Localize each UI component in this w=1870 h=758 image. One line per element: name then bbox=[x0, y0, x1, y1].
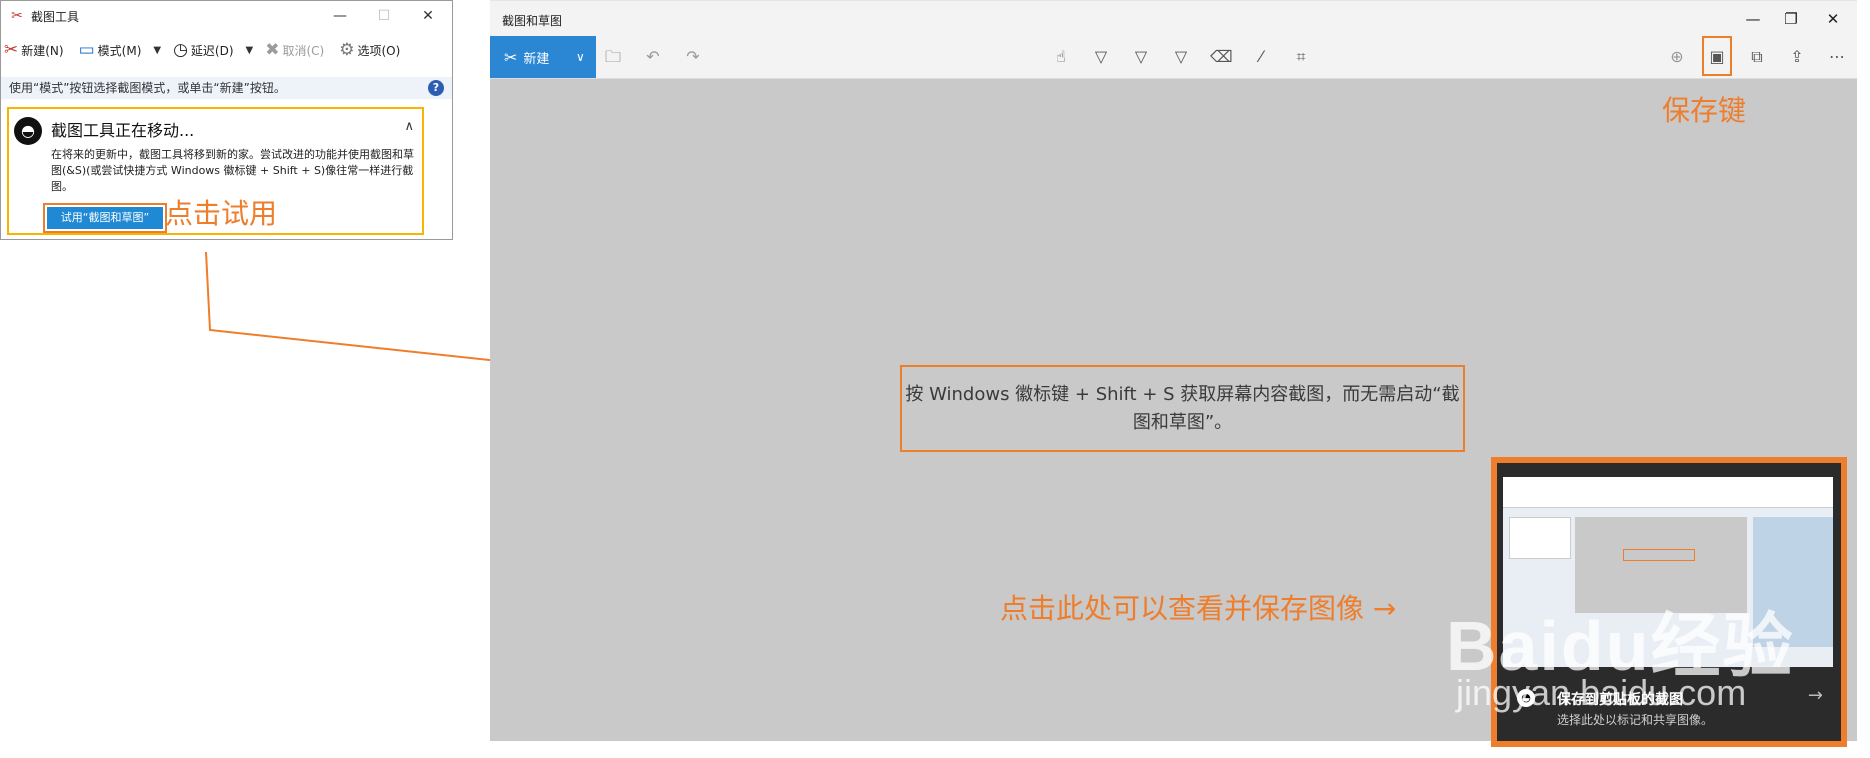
annotation-save-key: 保存键 bbox=[1662, 94, 1747, 127]
save-highlight-box bbox=[1702, 36, 1732, 76]
command-bar: ✂ 新建 ∨ 🗀 ↶ ↷ ☝ ▽ ▽ ▽ ⌫ ⁄ ⌗ ⊕ ▣ ⧉ ⇪ ⋯ bbox=[490, 36, 1857, 79]
thumbnail-panel bbox=[1509, 517, 1571, 559]
crop-icon[interactable]: ⌗ bbox=[1290, 46, 1312, 68]
close-button[interactable]: ✕ bbox=[1810, 7, 1856, 31]
more-icon[interactable]: ⋯ bbox=[1826, 46, 1848, 68]
arrow-right-icon[interactable]: → bbox=[1808, 685, 1823, 706]
copy-icon[interactable]: ⧉ bbox=[1746, 46, 1768, 68]
new-button[interactable]: ✂ 新建 ∨ bbox=[490, 36, 596, 78]
watermark-url: jingyan.baidu.com bbox=[1456, 672, 1747, 713]
ballpoint-pen-icon[interactable]: ▽ bbox=[1090, 46, 1112, 68]
zoom-icon[interactable]: ⊕ bbox=[1666, 46, 1688, 68]
title-bar: 截图和草图 — ❐ ✕ bbox=[490, 1, 1857, 36]
chevron-down-icon[interactable]: ∨ bbox=[576, 36, 585, 78]
touch-writing-icon[interactable]: ☝ bbox=[1050, 46, 1072, 68]
redo-icon[interactable]: ↷ bbox=[682, 46, 704, 68]
eraser-icon[interactable]: ⌫ bbox=[1210, 46, 1233, 68]
window-title: 截图和草图 bbox=[502, 14, 563, 28]
baidu-watermark: Baidu经验 jingyan.baidu.com bbox=[1446, 590, 1794, 713]
ruler-icon[interactable]: ⁄ bbox=[1250, 46, 1272, 68]
new-label: 新建 bbox=[523, 51, 550, 67]
restore-button[interactable]: ❐ bbox=[1768, 7, 1814, 31]
thumbnail-toolbar bbox=[1503, 477, 1833, 508]
folder-icon[interactable]: 🗀 bbox=[602, 46, 624, 68]
highlighter-icon[interactable]: ▽ bbox=[1170, 46, 1192, 68]
annotation-click-here: 点击此处可以查看并保存图像 → bbox=[1000, 592, 1397, 625]
share-icon[interactable]: ⇪ bbox=[1786, 46, 1808, 68]
shortcut-hint: 按 Windows 徽标键 + Shift + S 获取屏幕内容截图，而无需启动… bbox=[900, 365, 1465, 452]
snip-new-icon: ✂ bbox=[504, 47, 518, 67]
undo-icon[interactable]: ↶ bbox=[642, 46, 664, 68]
pencil-icon[interactable]: ▽ bbox=[1130, 46, 1152, 68]
thumbnail-hint-box bbox=[1623, 549, 1695, 561]
